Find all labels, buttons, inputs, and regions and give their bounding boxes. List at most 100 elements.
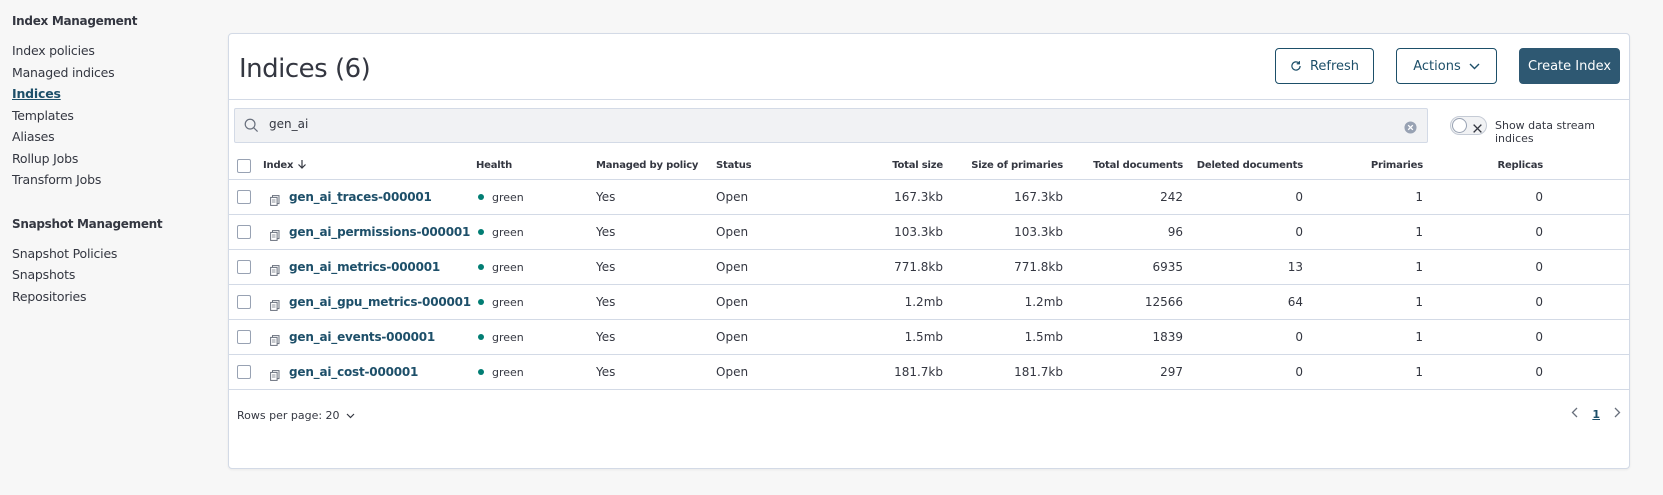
pagination: 1 <box>1571 407 1621 421</box>
row-checkbox[interactable] <box>237 295 251 309</box>
replicas-cell: 0 <box>1535 225 1543 239</box>
managed-cell: Yes <box>596 365 616 379</box>
size-primaries-cell: 167.3kb <box>1014 190 1063 204</box>
total-documents-cell: 297 <box>1160 365 1183 379</box>
column-header-health[interactable]: Health <box>476 152 512 179</box>
column-header-primaries[interactable]: Primaries <box>1303 152 1423 179</box>
index-name-link[interactable]: gen_ai_gpu_metrics-000001 <box>289 295 471 309</box>
search-bar <box>234 108 1428 143</box>
sidebar-item-managed-indices[interactable]: Managed indices <box>12 62 212 84</box>
managed-cell: Yes <box>596 190 616 204</box>
document-icon <box>270 296 280 315</box>
status-cell: Open <box>716 260 749 274</box>
total-documents-cell: 242 <box>1160 190 1183 204</box>
status-cell: Open <box>716 330 749 344</box>
refresh-button[interactable]: Refresh <box>1275 48 1374 84</box>
deleted-documents-cell: 0 <box>1295 225 1303 239</box>
replicas-cell: 0 <box>1535 365 1543 379</box>
size-primaries-cell: 771.8kb <box>1014 260 1063 274</box>
primaries-cell: 1 <box>1415 295 1423 309</box>
sidebar-item-rollup-jobs[interactable]: Rollup Jobs <box>12 148 212 170</box>
table-row: gen_ai_gpu_metrics-000001 green Yes Open 1.2… <box>229 285 1629 320</box>
column-header-replicas[interactable]: Replicas <box>1423 152 1543 179</box>
column-header-managed[interactable]: Managed by policy <box>596 152 698 179</box>
health-cell: green <box>478 355 524 389</box>
status-cell: Open <box>716 225 749 239</box>
column-header-total-size[interactable]: Total size <box>823 152 943 179</box>
next-page-icon[interactable] <box>1614 407 1621 421</box>
index-name-link[interactable]: gen_ai_permissions-000001 <box>289 225 470 239</box>
clear-search-icon[interactable] <box>1404 119 1417 138</box>
health-cell: green <box>478 180 524 214</box>
search-icon <box>244 118 259 137</box>
row-checkbox[interactable] <box>237 365 251 379</box>
primaries-cell: 1 <box>1415 365 1423 379</box>
search-input[interactable] <box>269 117 1369 131</box>
sidebar-item-repositories[interactable]: Repositories <box>12 286 212 308</box>
create-index-label: Create Index <box>1527 58 1612 74</box>
rows-per-page-label: Rows per page: 20 <box>237 409 340 422</box>
managed-cell: Yes <box>596 225 616 239</box>
data-stream-toggle[interactable] <box>1450 116 1487 135</box>
index-name-link[interactable]: gen_ai_events-000001 <box>289 330 435 344</box>
row-checkbox[interactable] <box>237 260 251 274</box>
total-documents-cell: 1839 <box>1152 330 1183 344</box>
column-header-deleted-documents[interactable]: Deleted documents <box>1183 152 1303 179</box>
sidebar-item-templates[interactable]: Templates <box>12 105 212 127</box>
index-name-link[interactable]: gen_ai_metrics-000001 <box>289 260 440 274</box>
table-row: gen_ai_traces-000001 green Yes Open 167.3kb 1… <box>229 180 1629 215</box>
size-primaries-cell: 1.5mb <box>1024 330 1063 344</box>
actions-button[interactable]: Actions <box>1396 48 1497 84</box>
health-text: green <box>492 260 524 274</box>
size-primaries-cell: 1.2mb <box>1024 295 1063 309</box>
column-header-size-primaries[interactable]: Size of primaries <box>943 152 1063 179</box>
primaries-cell: 1 <box>1415 190 1423 204</box>
column-header-index[interactable]: Index <box>263 152 307 179</box>
size-primaries-cell: 103.3kb <box>1014 225 1063 239</box>
chevron-down-icon <box>1469 63 1480 70</box>
total-size-cell: 1.5mb <box>904 330 943 344</box>
sidebar-item-snapshot-policies[interactable]: Snapshot Policies <box>12 243 212 265</box>
snapshot-management-title: Snapshot Management <box>12 216 163 231</box>
index-name-link[interactable]: gen_ai_cost-000001 <box>289 365 418 379</box>
index-name-link[interactable]: gen_ai_traces-000001 <box>289 190 432 204</box>
sidebar-item-transform-jobs[interactable]: Transform Jobs <box>12 169 212 191</box>
managed-cell: Yes <box>596 260 616 274</box>
row-checkbox[interactable] <box>237 190 251 204</box>
total-documents-cell: 6935 <box>1152 260 1183 274</box>
document-icon <box>270 366 280 385</box>
primaries-cell: 1 <box>1415 260 1423 274</box>
health-text: green <box>492 190 524 204</box>
column-header-status[interactable]: Status <box>716 152 752 179</box>
size-primaries-cell: 181.7kb <box>1014 365 1063 379</box>
sidebar-item-index-policies[interactable]: Index policies <box>12 40 212 62</box>
replicas-cell: 0 <box>1535 330 1543 344</box>
row-checkbox[interactable] <box>237 225 251 239</box>
row-checkbox[interactable] <box>237 330 251 344</box>
document-icon <box>270 226 280 245</box>
health-cell: green <box>478 320 524 354</box>
data-stream-toggle-label: Show data stream indices <box>1495 119 1595 145</box>
sidebar-item-indices[interactable]: Indices <box>12 83 212 105</box>
health-cell: green <box>478 215 524 249</box>
sidebar-item-snapshots[interactable]: Snapshots <box>12 264 212 286</box>
sidebar-item-aliases[interactable]: Aliases <box>12 126 212 148</box>
health-status-dot <box>478 334 484 340</box>
page-number-button[interactable]: 1 <box>1592 408 1600 421</box>
sort-arrow-down-icon <box>297 159 307 172</box>
status-cell: Open <box>716 365 749 379</box>
refresh-label: Refresh <box>1309 58 1360 74</box>
indices-panel: Indices (6) Refresh Actions Create Index <box>228 33 1630 469</box>
health-status-dot <box>478 369 484 375</box>
actions-label: Actions <box>1413 58 1461 74</box>
select-all-checkbox[interactable] <box>237 159 251 173</box>
status-cell: Open <box>716 295 749 309</box>
previous-page-icon[interactable] <box>1571 407 1578 421</box>
create-index-button[interactable]: Create Index <box>1519 48 1620 84</box>
table-header-row: Index Health Managed by policy Status To… <box>229 152 1629 180</box>
health-text: green <box>492 295 524 309</box>
health-cell: green <box>478 250 524 284</box>
rows-per-page-selector[interactable]: Rows per page: 20 <box>237 409 355 422</box>
column-header-total-documents[interactable]: Total documents <box>1063 152 1183 179</box>
page-title: Indices (6) <box>239 54 371 84</box>
